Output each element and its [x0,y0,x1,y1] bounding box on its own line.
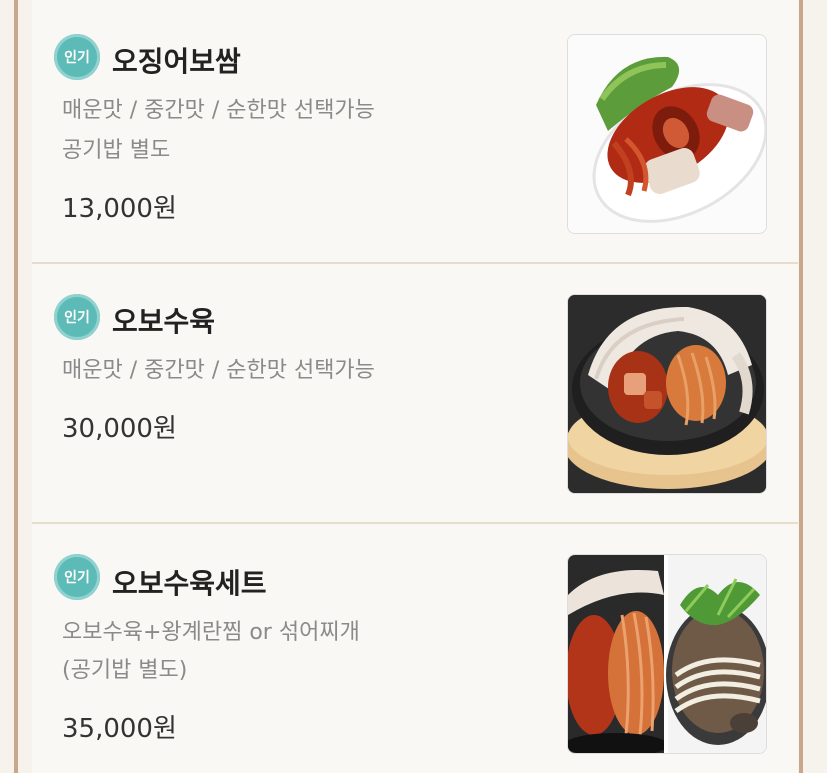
menu-item-desc-line-1: 오보수육+왕계란찜 or 섞어찌개 [62,620,360,645]
menu-item-price: 30,000원 [62,414,177,444]
menu-frame: 인기 오징어보쌈 매운맛 / 중간맛 / 순한맛 선택가능 공기밥 별도 13,… [0,0,827,773]
menu-item-price: 35,000원 [62,714,177,744]
popular-badge: 인기 [54,34,100,80]
popular-badge: 인기 [54,554,100,600]
obo-suyuk-image [568,295,766,493]
menu-item-desc-line-1: 매운맛 / 중간맛 / 순한맛 선택가능 [62,98,375,123]
popular-badge: 인기 [54,294,100,340]
squid-bossam-photo[interactable] [567,34,767,234]
obo-suyuk-set-photo[interactable] [567,554,767,754]
menu-item-name: 오보수육세트 [112,567,267,600]
menu-item-desc-line-2: (공기밥 별도) [62,658,188,683]
menu-item-desc-line-2: 공기밥 별도 [62,138,171,163]
menu-item-name: 오징어보쌈 [112,45,241,78]
squid-bossam-image [568,35,766,233]
obo-suyuk-set-image [568,555,766,753]
menu-item-squid-bossam[interactable]: 인기 오징어보쌈 매운맛 / 중간맛 / 순한맛 선택가능 공기밥 별도 13,… [32,0,798,264]
menu-item-obo-suyuk-set[interactable]: 인기 오보수육세트 오보수육+왕계란찜 or 섞어찌개 (공기밥 별도) 35,… [32,524,798,773]
menu-item-price: 13,000원 [62,194,177,224]
menu-item-name: 오보수육 [112,305,216,338]
menu-list: 인기 오징어보쌈 매운맛 / 중간맛 / 순한맛 선택가능 공기밥 별도 13,… [32,0,798,773]
obo-suyuk-photo[interactable] [567,294,767,494]
menu-item-desc-line-1: 매운맛 / 중간맛 / 순한맛 선택가능 [62,358,375,383]
menu-item-obo-suyuk[interactable]: 인기 오보수육 매운맛 / 중간맛 / 순한맛 선택가능 30,000원 [32,264,798,524]
